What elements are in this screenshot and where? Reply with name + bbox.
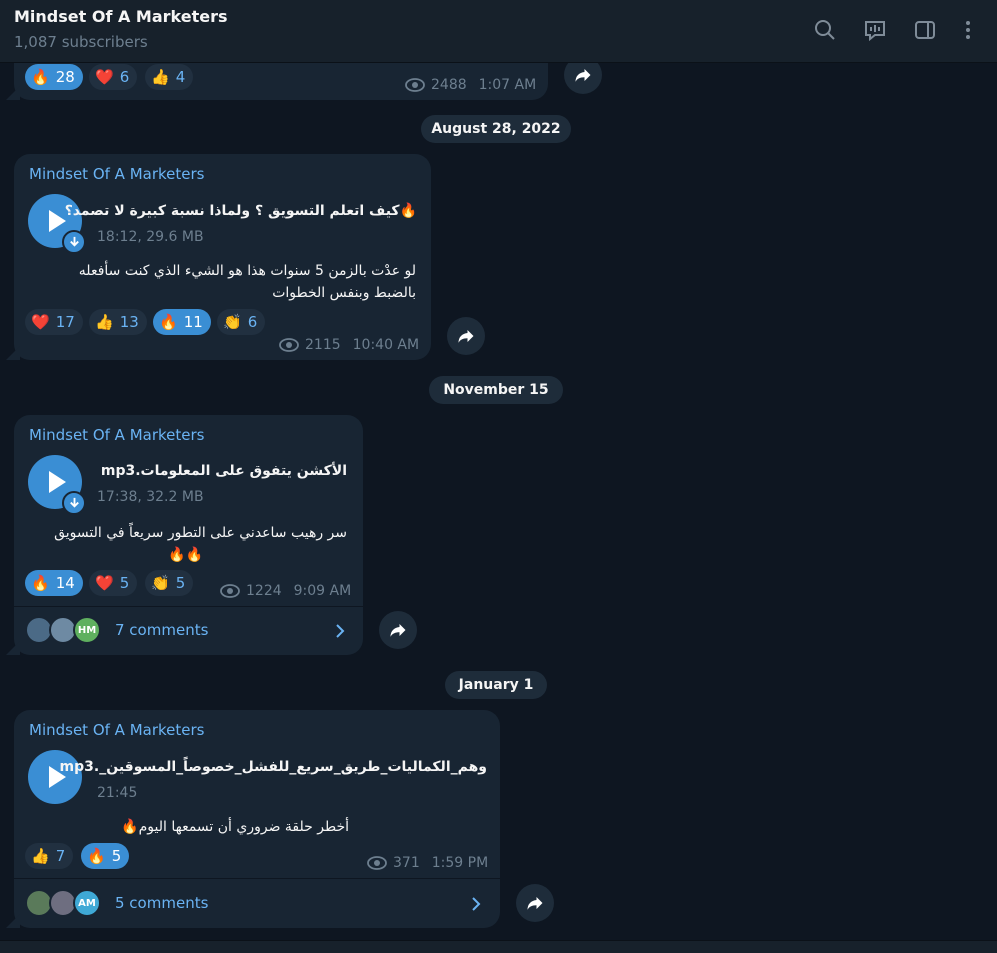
- more-icon[interactable]: [954, 16, 982, 44]
- commenter-avatars[interactable]: HM: [25, 616, 105, 644]
- reaction-chip[interactable]: 👍 4: [145, 64, 194, 90]
- reaction-chip[interactable]: ❤️ 6: [89, 64, 138, 90]
- view-count: 371 1:59 PM: [367, 855, 488, 871]
- commenter-avatars[interactable]: AM: [25, 889, 105, 917]
- share-button[interactable]: [516, 884, 554, 922]
- reaction-chip[interactable]: ❤️ 17: [25, 309, 83, 335]
- file-meta: 21:45: [97, 785, 138, 801]
- view-count: 2115 10:40 AM: [279, 337, 419, 353]
- view-count: 1224 9:09 AM: [220, 583, 351, 599]
- reaction-chip[interactable]: 👍 7: [25, 843, 74, 869]
- eye-icon: [367, 856, 387, 870]
- message-list[interactable]: 🔥 28 ❤️ 6 👍 4 2488 1:07 AM August 28, 2022 …: [0, 63, 997, 940]
- date-separator: January 1: [445, 671, 547, 699]
- share-button[interactable]: [564, 63, 602, 94]
- file-meta: 17:38, 32.2 MB: [97, 489, 204, 505]
- composer-bar[interactable]: [0, 940, 997, 953]
- message-time: 1:07 AM: [478, 77, 537, 93]
- file-meta: 18:12, 29.6 MB: [97, 229, 204, 245]
- chat-header[interactable]: Mindset Of A Marketers 1,087 subscribers: [0, 0, 997, 63]
- reaction-chip[interactable]: 👏 5: [145, 570, 194, 596]
- message-time: 1:59 PM: [431, 855, 489, 871]
- download-button[interactable]: [62, 491, 86, 515]
- avatar: AM: [73, 889, 101, 917]
- reaction-chip[interactable]: 👏 6: [217, 309, 266, 335]
- reaction-chip[interactable]: 👍 13: [89, 309, 147, 335]
- message-caption: لو عدْت بالزمن 5 سنوات هذا هو الشيء الذي…: [78, 263, 416, 301]
- sidebar-icon[interactable]: [911, 16, 939, 44]
- share-icon: [390, 624, 406, 637]
- share-icon: [458, 330, 474, 343]
- sender-name[interactable]: Mindset Of A Marketers: [29, 721, 205, 739]
- divider: [14, 606, 363, 607]
- message-caption: أخطر حلقة ضروري أن تسمعها اليوم🔥: [121, 819, 349, 835]
- share-button[interactable]: [379, 611, 417, 649]
- divider: [14, 878, 500, 879]
- view-count: 2488 1:07 AM: [405, 77, 536, 93]
- search-icon[interactable]: [811, 16, 839, 44]
- reaction-chip[interactable]: 🔥 28: [25, 64, 83, 90]
- chevron-right-icon[interactable]: [468, 896, 484, 912]
- file-title: وهم_الكماليات_طريق_سريع_للفشل_خصوصاً_الم…: [59, 759, 487, 775]
- share-icon: [575, 69, 591, 82]
- subscriber-count: 1,087 subscribers: [14, 33, 148, 51]
- eye-icon: [220, 584, 240, 598]
- sender-name[interactable]: Mindset Of A Marketers: [29, 165, 205, 183]
- share-icon: [527, 897, 543, 910]
- voice-chat-icon[interactable]: [861, 16, 889, 44]
- file-title: الأكشن يتفوق على المعلومات.mp3: [100, 463, 347, 479]
- eye-icon: [279, 338, 299, 352]
- channel-title[interactable]: Mindset Of A Marketers: [14, 7, 228, 26]
- play-icon: [49, 210, 66, 232]
- comments-link[interactable]: 7 comments: [115, 621, 208, 639]
- date-separator: November 15: [429, 376, 563, 404]
- date-separator: August 28, 2022: [421, 115, 571, 143]
- reaction-chip[interactable]: 🔥 5: [81, 843, 130, 869]
- play-icon: [49, 471, 66, 493]
- reaction-chip[interactable]: ❤️ 5: [89, 570, 138, 596]
- sender-name[interactable]: Mindset Of A Marketers: [29, 426, 205, 444]
- message-time: 10:40 AM: [352, 337, 420, 353]
- reaction-chip[interactable]: 🔥 11: [153, 309, 211, 335]
- message-time: 9:09 AM: [293, 583, 352, 599]
- share-button[interactable]: [447, 317, 485, 355]
- download-icon: [69, 236, 79, 247]
- download-button[interactable]: [62, 230, 86, 254]
- comments-link[interactable]: 5 comments: [115, 894, 208, 912]
- avatar: HM: [73, 616, 101, 644]
- eye-icon: [405, 78, 425, 92]
- chevron-right-icon[interactable]: [332, 623, 348, 639]
- file-title: 🔥كيف اتعلم التسويق ؟ ولماذا نسبة كبيرة ل…: [64, 203, 417, 219]
- reaction-chip[interactable]: 🔥 14: [25, 570, 83, 596]
- message-caption: سر رهيب ساعدني على التطور سريعاً في التس…: [54, 525, 347, 563]
- download-icon: [69, 497, 79, 508]
